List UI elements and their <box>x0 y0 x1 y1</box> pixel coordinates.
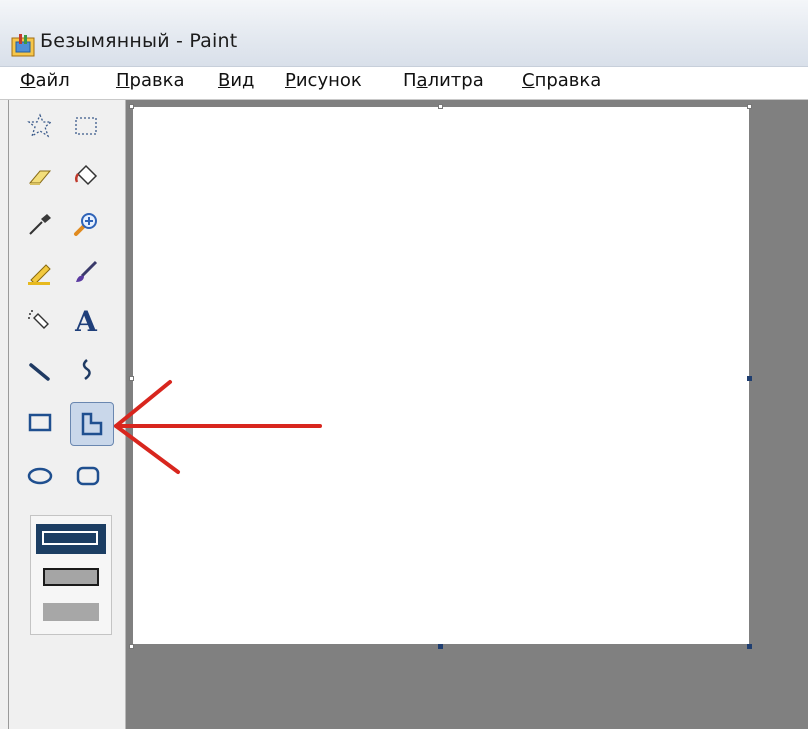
window-title: Безымянный - Paint <box>40 30 238 52</box>
canvas-handle-bottom-left <box>129 644 134 649</box>
canvas-handle-top <box>438 104 443 109</box>
tool-free-select[interactable] <box>22 108 58 144</box>
menu-file-accel: Ф <box>20 70 36 91</box>
tool-text[interactable]: A <box>68 304 104 340</box>
canvas-handle-bottom-right[interactable] <box>747 644 752 649</box>
menu-edit[interactable]: Правка <box>116 70 185 91</box>
menu-view-accel: В <box>218 70 231 91</box>
window-border <box>8 100 9 729</box>
menu-edit-accel: П <box>116 70 130 91</box>
annotation-arrow <box>114 380 322 474</box>
menu-image-accel: Р <box>285 70 296 91</box>
rect-select-icon <box>75 117 97 135</box>
fill-style-options <box>30 515 112 635</box>
brush-icon <box>76 260 98 282</box>
menu-bar: Файл Правка Вид Рисунок Палитра Справка <box>0 67 808 100</box>
tool-magnifier[interactable] <box>68 206 104 242</box>
tool-fill[interactable] <box>68 158 104 194</box>
paint-app-icon <box>11 34 35 57</box>
menu-file-label: айл <box>35 70 70 91</box>
line-icon <box>29 363 50 381</box>
menu-view[interactable]: Вид <box>218 70 255 91</box>
option-outline-only[interactable] <box>43 568 99 586</box>
fill-bucket-icon <box>74 164 98 186</box>
tool-rect-select[interactable] <box>68 108 104 144</box>
menu-palette-pre: П <box>403 70 417 91</box>
rounded-rectangle-icon <box>76 466 100 486</box>
tool-airbrush[interactable] <box>22 304 58 340</box>
tool-eraser[interactable] <box>22 158 58 194</box>
tool-color-picker[interactable] <box>22 206 58 242</box>
menu-edit-label: равка <box>129 70 185 91</box>
canvas-handle-bottom[interactable] <box>438 644 443 649</box>
tool-pencil[interactable] <box>22 254 58 290</box>
color-picker-icon <box>29 214 51 235</box>
option-fill-with-outline[interactable] <box>36 524 106 554</box>
canvas-handle-top-left <box>129 104 134 109</box>
tool-brush[interactable] <box>68 254 104 290</box>
curve-icon <box>82 359 91 380</box>
tool-curve[interactable] <box>68 352 104 388</box>
menu-palette-label: литра <box>427 70 484 91</box>
magnifier-icon <box>74 213 97 236</box>
menu-image[interactable]: Рисунок <box>285 70 362 91</box>
canvas-handle-right[interactable] <box>747 376 752 381</box>
eraser-icon <box>28 170 52 185</box>
menu-help-label: правка <box>534 70 602 91</box>
tool-ellipse[interactable] <box>22 458 58 494</box>
canvas-handle-top-right <box>747 104 752 109</box>
title-bar: Безымянный - Paint <box>0 0 808 67</box>
option-fill-only[interactable] <box>43 603 99 621</box>
menu-view-label: ид <box>230 70 255 91</box>
menu-palette-accel: а <box>416 70 428 91</box>
menu-image-label: исунок <box>295 70 362 91</box>
rectangle-icon <box>28 413 52 432</box>
tool-rectangle[interactable] <box>22 404 58 440</box>
tool-line[interactable] <box>22 352 58 388</box>
free-select-icon <box>27 113 53 138</box>
menu-file[interactable]: Файл <box>20 70 70 91</box>
airbrush-icon <box>28 310 49 329</box>
menu-palette[interactable]: Палитра <box>403 70 484 91</box>
ellipse-icon <box>27 467 53 485</box>
text-icon: A <box>75 305 97 338</box>
menu-help-accel: С <box>522 70 535 91</box>
menu-help[interactable]: Справка <box>522 70 601 91</box>
pencil-icon <box>28 264 51 285</box>
